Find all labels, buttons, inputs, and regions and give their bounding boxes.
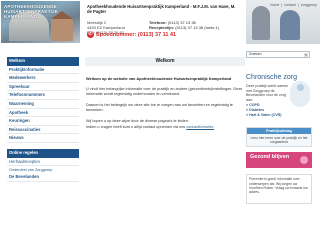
house-gable-illustration — [51, 11, 73, 41]
person-figure — [252, 6, 270, 40]
nav-item-medewerkers[interactable]: Medewerkers — [7, 74, 79, 83]
contact-text: Indien u vragen heeft kunt u altijd cont… — [86, 125, 187, 130]
guide-paragraph: Wij hopen u op deze wijze door de divers… — [86, 119, 189, 124]
main-content: Welkom Welkom op de website van Apotheek… — [85, 57, 245, 131]
home-link[interactable]: home — [270, 3, 279, 7]
left-navigation: Welkom Praktijkinformatie Medewerkers Sp… — [7, 57, 79, 182]
contact-paragraph: Indien u vragen heeft kunt u altijd cont… — [85, 125, 245, 130]
person-figure — [280, 10, 300, 40]
heart-icon — [300, 156, 308, 165]
banner-title: APOTHEEKHOUDENDE HUISARTSENPRAKTIJK KAMP… — [4, 4, 59, 19]
nav-item-apotheek[interactable]: Apotheek — [7, 109, 79, 118]
chevron-down-icon[interactable]: ▼ — [304, 53, 308, 57]
pharmacy-name: Apotheekhoudende Huisartsenpraktijk Kamp… — [87, 4, 236, 14]
nav-item-welkom[interactable]: Welkom — [7, 57, 79, 66]
nav-item-spreekuur[interactable]: Spreekuur — [7, 83, 79, 92]
nav-item-online-regelen[interactable]: Online regelen — [7, 148, 79, 158]
praktijkuitslag-text: Lees hier meer over de praktijk en het z… — [250, 136, 308, 145]
phone-icon: ✆ — [87, 31, 94, 38]
header-photo: home | contact | zorggroep — [246, 0, 320, 44]
right-column: Zoeken ▼ Chronische zorg Deze praktijk w… — [246, 51, 312, 205]
praktijkuitslag-box[interactable]: Praktijkuitslag Lees hier meer over de p… — [246, 127, 312, 148]
chronische-zorg-text: Deze praktijk werkt samen met Zorggroep … — [246, 84, 289, 102]
recipe-label: Receptenlijn: — [149, 25, 175, 30]
nav-item-herhaalrecepten[interactable]: Herhaalrecepten — [7, 158, 79, 167]
intro-paragraph: U vindt hier belangrijke informatie over… — [86, 87, 243, 97]
zorggroep-link[interactable]: zorggroep — [301, 3, 317, 7]
emergency-line: ✆ Spoednummer: (0113) 37 11 41 — [87, 31, 176, 38]
emergency-number: Spoednummer: (0113) 37 11 41 — [96, 31, 177, 38]
search-value: Zoeken — [249, 52, 262, 56]
contact-link[interactable]: contact — [284, 3, 296, 7]
welcome-heading: Welkom op de website van Apotheekhoudend… — [86, 76, 232, 81]
nav-item-waarneming[interactable]: Waarneming — [7, 100, 79, 109]
pharmacy-info: Apotheekhoudende Huisartsenpraktijk Kamp… — [87, 4, 237, 35]
site-header: APOTHEEKHOUDENDE HUISARTSENPRAKTIJK KAMP… — [0, 0, 320, 44]
page-title: Welkom — [85, 57, 245, 66]
recipe-value: (0113) 37 13 38 (toets 1) — [175, 25, 219, 30]
gezond-blijven-title: Gezond blijven — [250, 154, 290, 161]
top-links: home | contact | zorggroep — [270, 3, 317, 7]
contactformulier-link[interactable]: contactformulier. — [186, 125, 214, 129]
nav-item-nieuws[interactable]: Nieuws — [7, 134, 79, 143]
prevention-box: Preventie is goed! Informatie over onder… — [246, 174, 312, 205]
chronische-zorg-links: > COPD > Diabetes > Hart & Vaten (CVR) — [246, 103, 290, 117]
nav-item-praktijkinformatie[interactable]: Praktijkinformatie — [7, 66, 79, 75]
hart-vaten-link[interactable]: > Hart & Vaten (CVR) — [246, 113, 290, 118]
nav-item-keuringen[interactable]: Keuringen — [7, 117, 79, 126]
search-select[interactable]: Zoeken ▼ — [246, 51, 310, 58]
phone-block: Telefoon: (0113) 37 13 38 Receptenlijn: … — [149, 20, 259, 30]
banner-logo[interactable]: APOTHEEKHOUDENDE HUISARTSENPRAKTIJK KAMP… — [1, 1, 80, 43]
favorites-paragraph: Daarom is het belangrijk om deze site to… — [86, 103, 233, 113]
nav-item-de-bevelanden[interactable]: De Bevelanden — [7, 173, 79, 182]
chronische-zorg-heading: Chronische zorg — [246, 74, 297, 81]
gezond-blijven-banner[interactable]: Gezond blijven — [246, 152, 312, 169]
nav-item-telefoonnummers[interactable]: Telefoonnummers — [7, 91, 79, 100]
nav-item-reisvaccinaties[interactable]: Reisvaccinaties — [7, 126, 79, 135]
praktijkuitslag-title: Praktijkuitslag — [247, 128, 311, 135]
person-illustration — [290, 81, 310, 107]
